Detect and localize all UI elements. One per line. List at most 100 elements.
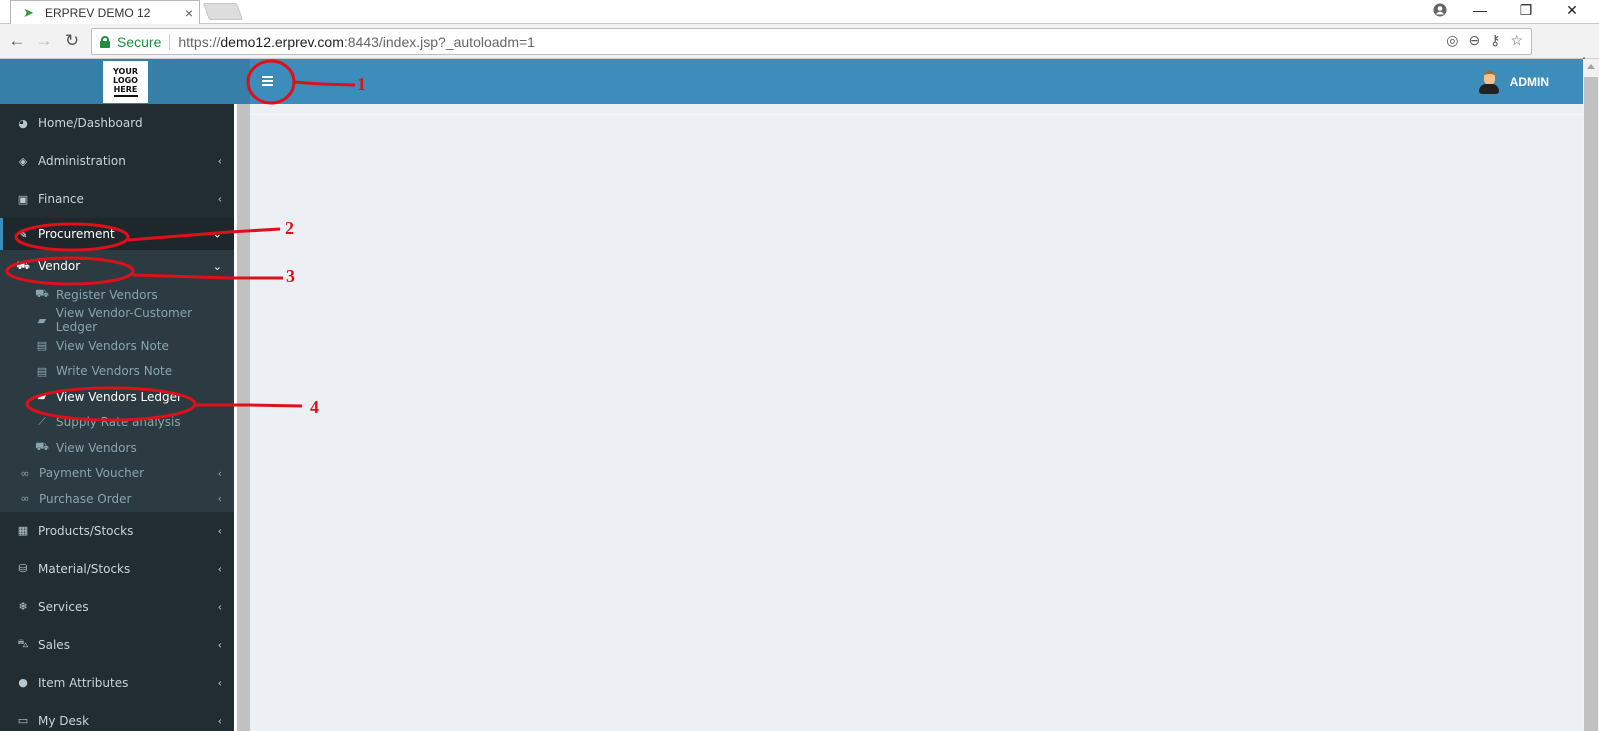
reload-icon[interactable]: ↻ xyxy=(61,30,83,52)
sidebar-scrollbar[interactable] xyxy=(237,104,250,731)
building-icon: ▦ xyxy=(17,524,29,537)
cart-icon: ⛍ xyxy=(17,637,29,650)
erprev-favicon-icon: ➤ xyxy=(23,5,34,20)
menu-write-vendors-note[interactable]: ▤ Write Vendors Note xyxy=(0,359,234,385)
url-input[interactable]: Secure https://demo12.erprev.com:8443/in… xyxy=(91,28,1532,55)
url-path: :8443/index.jsp?_autoloadm=1 xyxy=(343,33,535,50)
menu-label: Register Vendors xyxy=(56,287,158,302)
sidebar-item-label: Vendor xyxy=(38,259,81,273)
annotation-label-3: 3 xyxy=(286,266,295,286)
hamburger-icon-bar xyxy=(262,84,273,86)
menu-view-vendor-customer-ledger[interactable]: ▰ View Vendor-Customer Ledger xyxy=(0,306,234,334)
sidebar-item-services[interactable]: ❄ Services ‹ xyxy=(0,588,234,626)
back-arrow-icon[interactable]: ← xyxy=(6,30,28,52)
money-icon: ▣ xyxy=(17,192,29,206)
procurement-submenu: ⛟ Vendor ⌄ ⛟ Register Vendors ▰ View Ven… xyxy=(0,250,234,512)
app-window: YOUR LOGO HERE ADMIN ◕ Home/Dashboard ◈ … xyxy=(0,59,1583,731)
menu-register-vendors[interactable]: ⛟ Register Vendors xyxy=(0,282,234,308)
menu-label: View Vendors xyxy=(56,440,137,455)
sidebar-item-procurement[interactable]: ✎ Procurement ⌄ xyxy=(0,218,234,250)
sidebar-item-vendor[interactable]: ⛟ Vendor ⌄ xyxy=(0,250,234,282)
logo-line: HERE xyxy=(113,85,138,94)
menu-label: Purchase Order xyxy=(39,491,132,506)
chevron-left-icon: ‹ xyxy=(217,492,222,506)
top-navbar: YOUR LOGO HERE ADMIN xyxy=(0,59,1583,104)
page-scrollbar[interactable] xyxy=(1583,59,1599,731)
chevron-left-icon: ‹ xyxy=(217,192,222,206)
bus-icon: ⛟ xyxy=(16,258,30,272)
close-window-button[interactable]: ✕ xyxy=(1550,0,1594,20)
address-bar-row: ← → ↻ Secure https://demo12.erprev.com:8… xyxy=(0,24,1599,73)
user-name: ADMIN xyxy=(1509,74,1549,89)
file-text-icon: ▤ xyxy=(36,364,48,378)
menu-label: View Vendors Ledger xyxy=(56,389,182,404)
maximize-button[interactable]: ❐ xyxy=(1504,0,1548,20)
menu-view-vendors-note[interactable]: ▤ View Vendors Note xyxy=(0,333,234,359)
url-scheme: https:// xyxy=(178,33,221,50)
book-icon: ▰ xyxy=(37,313,47,327)
hamburger-icon xyxy=(262,76,273,78)
chevron-left-icon: ‹ xyxy=(217,676,222,689)
menu-label: View Vendors Note xyxy=(56,338,169,353)
sidebar-item-item-attributes[interactable]: ● Item Attributes ‹ xyxy=(0,664,234,702)
user-menu[interactable]: ADMIN xyxy=(1478,59,1549,104)
sidebar-item-label: Administration xyxy=(38,154,126,168)
close-tab-icon[interactable]: × xyxy=(179,5,199,21)
sidebar-item-administration[interactable]: ◈ Administration ‹ xyxy=(0,142,234,180)
snowflake-icon: ❄ xyxy=(18,600,28,613)
file-text-icon: ▤ xyxy=(36,339,48,353)
sidebar-item-label: Sales xyxy=(38,637,70,652)
bus-icon: ⛟ xyxy=(35,287,49,301)
browser-tab[interactable]: ➤ ERPREV DEMO 12 × xyxy=(10,0,200,25)
menu-supply-rate-analysis[interactable]: ⟋ Supply Rate analysis xyxy=(0,410,234,436)
menu-label: Write Vendors Note xyxy=(56,364,173,379)
annotation-label-2: 2 xyxy=(285,218,294,238)
zoom-out-icon[interactable]: ⊖ xyxy=(1468,32,1480,49)
bookmark-star-icon[interactable]: ☆ xyxy=(1510,32,1523,49)
desktop-icon: ▭ xyxy=(17,714,29,727)
logo-area: YOUR LOGO HERE xyxy=(0,59,250,104)
chevron-left-icon: ‹ xyxy=(217,600,222,613)
chevron-left-icon: ‹ xyxy=(217,562,222,575)
sidebar-item-label: Material/Stocks xyxy=(38,561,131,576)
location-icon[interactable]: ◎ xyxy=(1446,32,1458,49)
line-chart-icon: ⟋ xyxy=(38,415,46,429)
company-logo[interactable]: YOUR LOGO HERE xyxy=(103,61,148,103)
chevron-left-icon: ‹ xyxy=(217,466,222,480)
menu-view-vendors-ledger[interactable]: ▰ View Vendors Ledger xyxy=(0,384,234,410)
ticket-icon: ◈ xyxy=(18,154,28,168)
scrollbar-thumb[interactable] xyxy=(1584,77,1598,731)
key-icon[interactable]: ⚷ xyxy=(1490,32,1500,49)
content-divider xyxy=(250,114,1583,115)
annotation-label-1: 1 xyxy=(357,74,366,94)
chevron-left-icon: ‹ xyxy=(217,638,222,651)
sidebar-item-purchase-order[interactable]: ∞ Purchase Order ‹ xyxy=(0,486,234,512)
menu-label: Supply Rate analysis xyxy=(56,415,181,430)
sidebar-item-my-desk[interactable]: ▭ My Desk ‹ xyxy=(0,702,234,731)
menu-view-vendors[interactable]: ⛟ View Vendors xyxy=(0,435,234,461)
link-icon: ∞ xyxy=(20,492,30,506)
sidebar-item-payment-voucher[interactable]: ∞ Payment Voucher ‹ xyxy=(0,461,234,487)
chevron-left-icon: ‹ xyxy=(217,714,222,727)
sidebar-toggle-button[interactable] xyxy=(262,71,278,91)
forward-arrow-icon[interactable]: → xyxy=(33,30,55,52)
lock-icon xyxy=(100,35,110,48)
sidebar-item-material-stocks[interactable]: ⛁ Material/Stocks ‹ xyxy=(0,550,234,588)
chevron-left-icon: ‹ xyxy=(217,154,222,168)
browser-tab-bar: ➤ ERPREV DEMO 12 × — ❐ ✕ xyxy=(0,0,1599,25)
sidebar-item-sales[interactable]: ⛍ Sales ‹ xyxy=(0,626,234,664)
sidebar-item-home-dashboard[interactable]: ◕ Home/Dashboard xyxy=(0,104,234,142)
chevron-left-icon: ‹ xyxy=(217,524,222,537)
hamburger-icon-bar xyxy=(262,80,273,82)
scroll-up-icon[interactable] xyxy=(1587,64,1595,69)
minimize-button[interactable]: — xyxy=(1458,0,1502,20)
spotify-icon: ● xyxy=(18,676,28,689)
new-tab-button[interactable] xyxy=(202,3,244,20)
logo-line: YOUR xyxy=(113,67,138,76)
profile-icon[interactable] xyxy=(1418,0,1462,20)
sidebar: ◕ Home/Dashboard ◈ Administration ‹ ▣ Fi… xyxy=(0,104,234,731)
sidebar-item-finance[interactable]: ▣ Finance ‹ xyxy=(0,180,234,218)
bucket-icon: ⛁ xyxy=(18,562,28,575)
sidebar-item-products-stocks[interactable]: ▦ Products/Stocks ‹ xyxy=(0,512,234,550)
procurement-icon: ✎ xyxy=(18,227,28,241)
